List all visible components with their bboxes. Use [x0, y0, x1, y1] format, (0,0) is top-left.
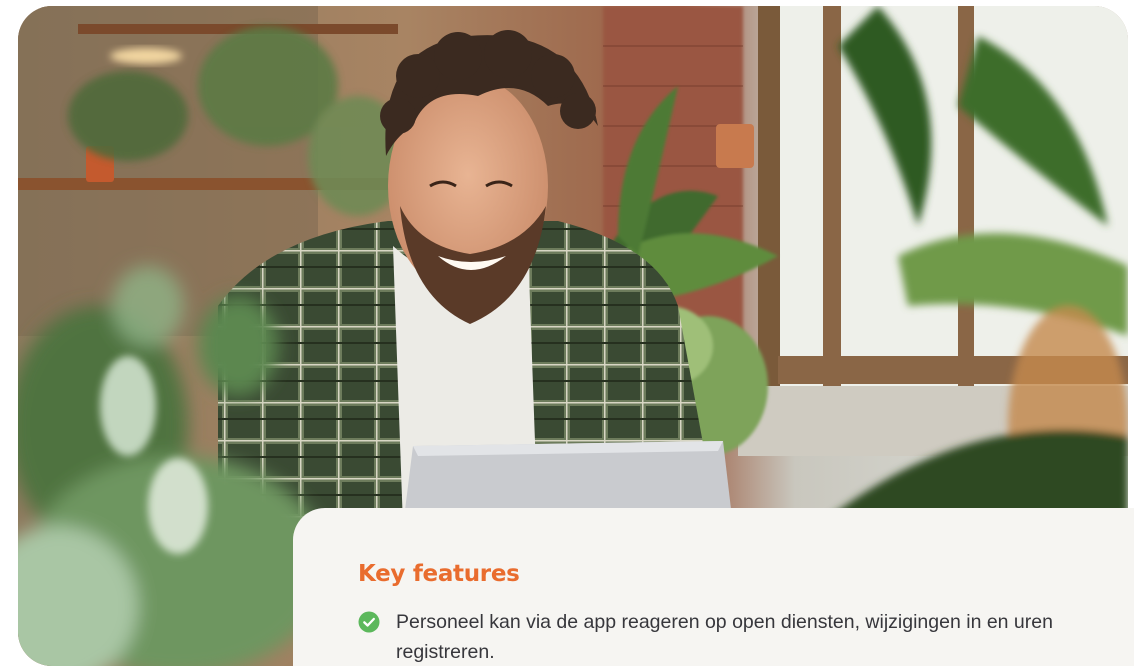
key-features-card: Key features Personeel kan via de app re…	[293, 508, 1134, 666]
check-circle-icon	[358, 611, 380, 633]
key-features-title: Key features	[358, 561, 520, 587]
feature-item: Personeel kan via de app reageren op ope…	[358, 607, 1134, 666]
feature-item-text: Personeel kan via de app reageren op ope…	[396, 611, 1053, 663]
